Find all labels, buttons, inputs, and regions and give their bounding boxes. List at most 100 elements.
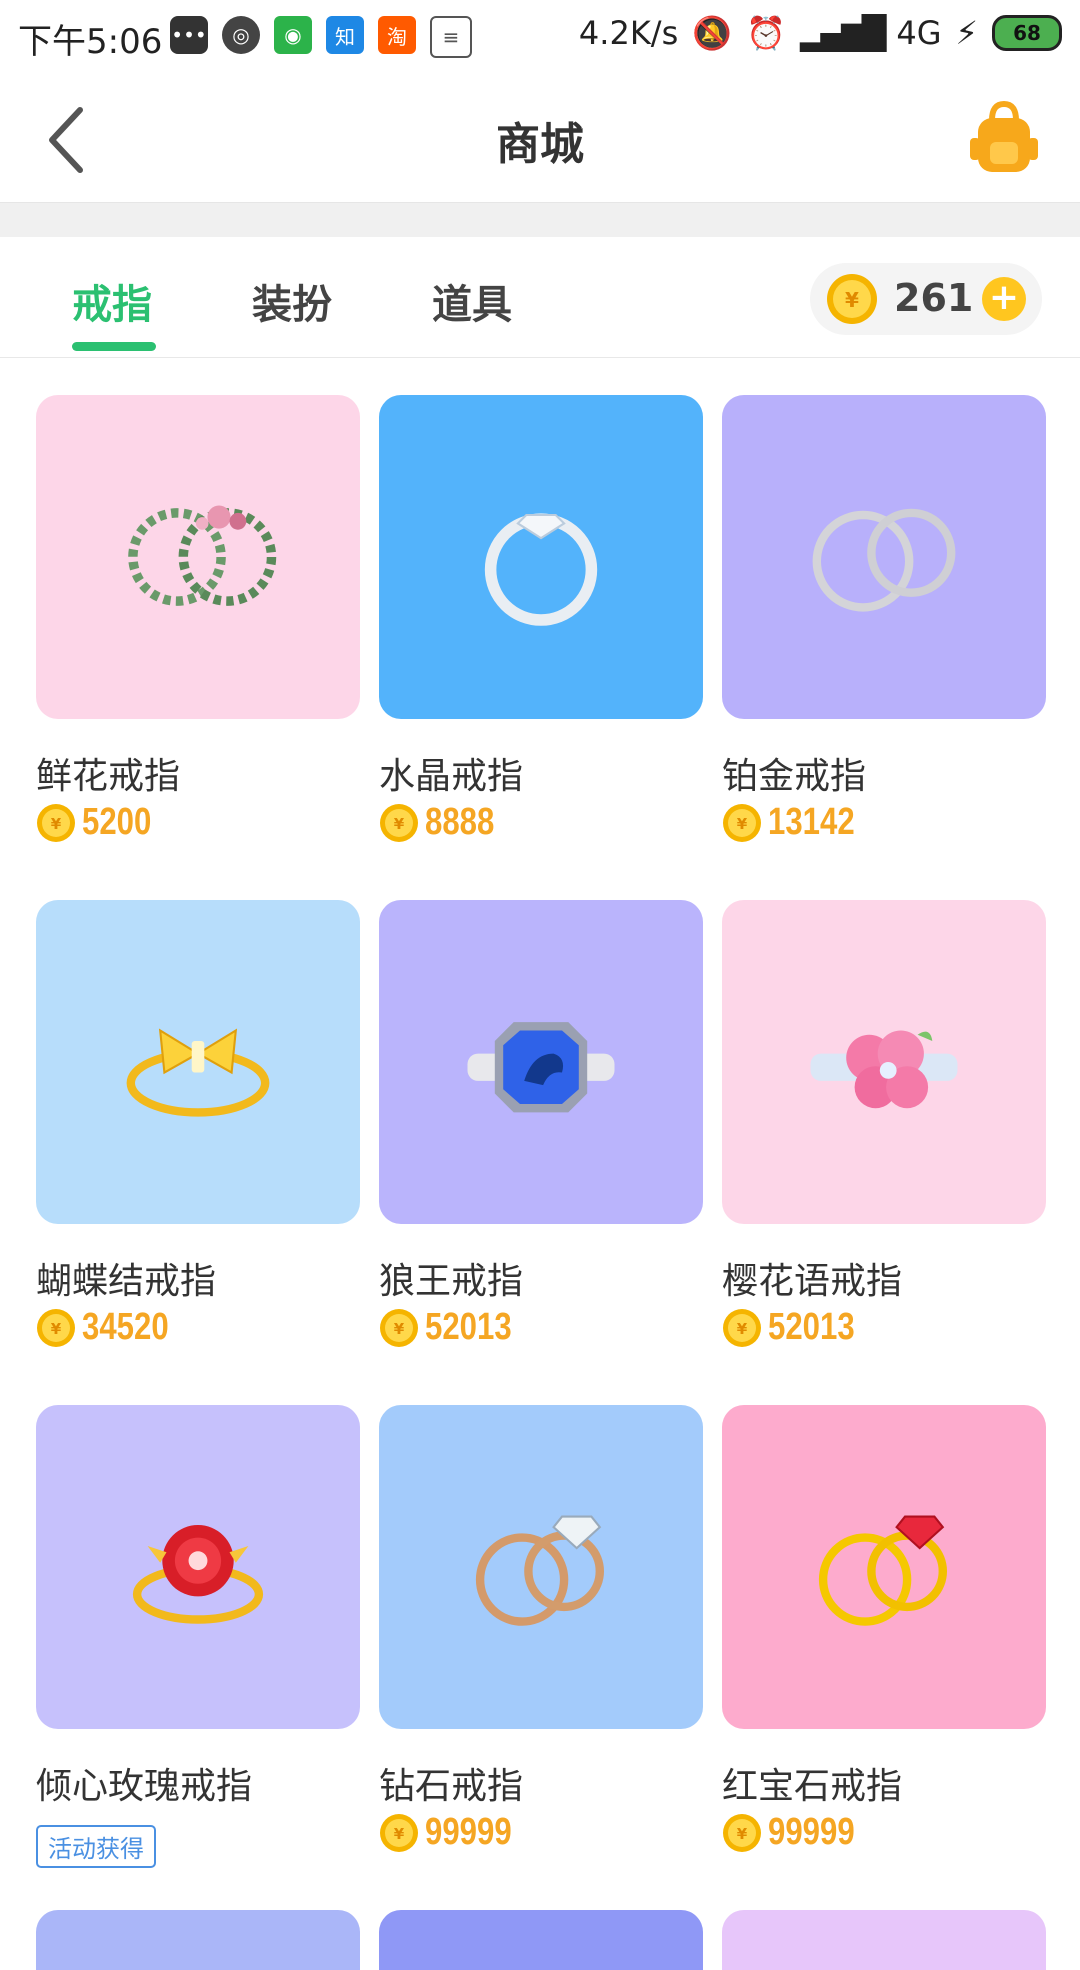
ring-thumbnail[interactable] [36,900,360,1224]
shop-item-card-partial[interactable] [722,1910,1046,1970]
document-icon: ≡ [430,16,472,58]
item-price: ¥52013 [379,1306,531,1349]
page-title: 商城 [496,119,584,170]
net-speed: 4.2K/s [578,14,679,52]
coin-icon: ¥ [37,803,75,842]
item-price: ¥13142 [722,801,874,844]
ring-thumbnail[interactable] [36,1405,360,1729]
battery-icon: 68 [992,15,1062,51]
shop-item-card[interactable]: 钻石戒指 ¥99999 [379,1405,703,1875]
app-green-icon: ◉ [274,16,312,54]
add-coins-button[interactable]: + [982,277,1026,321]
coin-icon: ¥ [380,1813,418,1852]
svg-text:¥: ¥ [737,815,748,833]
svg-text:¥: ¥ [845,288,859,312]
coin-icon: ¥ [380,1308,418,1347]
ring-thumbnail[interactable] [379,395,703,719]
crystal-ring-icon [484,513,598,626]
svg-text:¥: ¥ [51,815,62,833]
bow-ring-icon [126,1028,270,1117]
ring-thumbnail[interactable] [722,900,1046,1224]
price-value: 8888 [425,801,495,843]
wolf-ring-icon [467,1022,615,1113]
category-tabs: 戒指 装扮 道具 ¥ 261 + [0,237,1080,358]
coin-icon: ¥ [723,1813,761,1852]
shop-item-card[interactable]: 鲜花戒指 ¥5200 [36,395,360,865]
price-value: 34520 [82,1306,169,1348]
price-value: 5200 [82,801,152,843]
item-name: 倾心玫瑰戒指 [36,1766,253,1807]
item-price: ¥5200 [36,801,167,844]
diamond-ring-icon [475,1515,604,1626]
item-price: ¥52013 [722,1306,874,1349]
svg-text:¥: ¥ [737,1320,748,1338]
price-value: 52013 [425,1306,512,1348]
signal-icon: ▂▄▆█ [799,14,886,52]
item-name: 铂金戒指 [722,756,867,797]
ring-thumbnail[interactable] [36,395,360,719]
active-tab-indicator [72,342,156,351]
event-badge: 活动获得 [36,1825,156,1868]
sakura-ring-icon [810,1030,958,1109]
divider-band [0,203,1080,237]
shop-item-card[interactable]: 蝴蝶结戒指 ¥34520 [36,900,360,1370]
item-name: 红宝石戒指 [722,1766,903,1807]
network-type: 4G [896,14,942,52]
status-time: 下午5:06 [18,22,163,62]
coin-wallet: ¥ 261 + [810,263,1042,335]
ruby-ring-icon [818,1515,947,1626]
price-value: 99999 [768,1811,855,1853]
coin-icon: ¥ [827,274,877,324]
tab-props[interactable]: 道具 [432,272,512,330]
mute-icon: 🔕 [692,14,733,52]
app-header: 商城 [0,72,1080,203]
item-price: ¥8888 [379,801,510,844]
shop-item-card-partial[interactable] [379,1910,703,1970]
item-price: ¥99999 [379,1811,531,1854]
svg-text:¥: ¥ [51,1320,62,1338]
coin-icon: ¥ [37,1308,75,1347]
tab-rings[interactable]: 戒指 [72,272,152,330]
item-name: 蝴蝶结戒指 [36,1261,217,1302]
item-name: 钻石戒指 [379,1766,524,1807]
coin-icon: ¥ [723,803,761,842]
svg-text:¥: ¥ [737,1825,748,1843]
shop-item-card-partial[interactable] [36,1910,360,1970]
tab-outfits[interactable]: 装扮 [252,272,332,330]
item-price: ¥34520 [36,1306,188,1349]
coin-icon: ¥ [380,803,418,842]
notification-icons: ••• ◎ ◉ 知 淘 ≡ [170,16,472,58]
platinum-ring-icon [812,508,956,612]
price-value: 99999 [425,1811,512,1853]
message-icon: ••• [170,16,208,54]
ring-thumbnail[interactable] [722,1405,1046,1729]
item-price: ¥99999 [722,1811,874,1854]
ring-thumbnail[interactable] [722,395,1046,719]
svg-text:¥: ¥ [394,815,405,833]
item-name: 水晶戒指 [379,756,524,797]
backpack-icon[interactable] [968,98,1040,174]
svg-text:¥: ¥ [394,1825,405,1843]
ring-thumbnail[interactable] [379,1405,703,1729]
svg-text:¥: ¥ [394,1320,405,1338]
shop-item-card[interactable]: 水晶戒指 ¥8888 [379,395,703,865]
shop-item-card[interactable]: 红宝石戒指 ¥99999 [722,1405,1046,1875]
coin-balance: 261 [894,276,974,320]
rose-ring-icon [132,1525,264,1624]
status-bar: 下午5:06 ••• ◎ ◉ 知 淘 ≡ 4.2K/s 🔕 ⏰ ▂▄▆█ 4G … [0,0,1080,72]
taobao-icon: 淘 [378,16,416,54]
wechat-icon: ◎ [222,16,260,54]
shop-item-card[interactable]: 铂金戒指 ¥13142 [722,395,1046,865]
item-name: 狼王戒指 [379,1261,524,1302]
shop-item-card[interactable]: 倾心玫瑰戒指 活动获得 [36,1405,360,1875]
shop-item-card[interactable]: 狼王戒指 ¥52013 [379,900,703,1370]
zhihu-icon: 知 [326,16,364,54]
ring-thumbnail[interactable] [379,900,703,1224]
shop-item-card[interactable]: 樱花语戒指 ¥52013 [722,900,1046,1370]
charging-icon: ⚡ [955,14,978,52]
item-name: 鲜花戒指 [36,756,181,797]
wreath-ring-icon [128,505,277,606]
alarm-icon: ⏰ [746,14,786,52]
price-value: 13142 [768,801,855,843]
item-name: 樱花语戒指 [722,1261,903,1302]
